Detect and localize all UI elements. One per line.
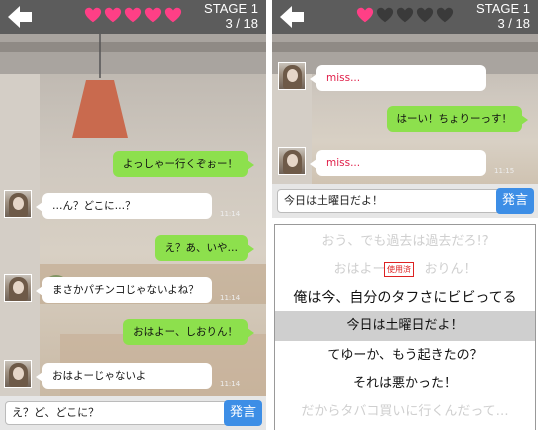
stage-info: STAGE 1 3 / 18 (204, 1, 258, 31)
message-bubble-incoming: まさかパチンコじゃないよね？ (36, 277, 212, 303)
message-bubble-outgoing: え？あ、いや… (154, 235, 254, 261)
message-input[interactable]: 今日は土曜日だよ！ (277, 189, 501, 213)
life-hearts (356, 6, 454, 24)
heart-icon (144, 7, 162, 23)
message-input[interactable]: え？ど、どこに？ (5, 401, 229, 425)
heart-icon (84, 7, 102, 23)
heart-icon (436, 7, 454, 23)
message-bubble-outgoing: おはよー、しおりん！ (123, 319, 254, 345)
send-button[interactable]: 発言 (496, 188, 534, 214)
input-bar: 今日は土曜日だよ！ 発言 (272, 184, 538, 218)
message-bubble-incoming: miss... (310, 65, 486, 91)
reply-choice[interactable]: それは悪かった！ (275, 369, 535, 399)
message-time: 11:14 (220, 210, 241, 218)
back-arrow-icon[interactable] (278, 4, 306, 30)
reply-choice[interactable]: てゆーか、もう起きたの？ (275, 341, 535, 371)
heart-icon (396, 7, 414, 23)
reply-choice-selected[interactable]: 今日は土曜日だよ！ (275, 311, 535, 341)
message-time: 11:14 (220, 294, 241, 302)
message-bubble-incoming: …ん？どこに…？ (36, 193, 212, 219)
avatar (4, 274, 32, 302)
heart-icon (376, 7, 394, 23)
message-bubble-outgoing: よっしゃー行くぞぉー！ (112, 151, 255, 177)
stage-label: STAGE 1 (476, 1, 530, 16)
heart-icon (356, 7, 374, 23)
top-bar: STAGE 1 3 / 18 (272, 0, 538, 34)
reply-choice[interactable]: おう、でも過去は過去だろ!? (275, 227, 535, 257)
stage-info: STAGE 1 3 / 18 (476, 1, 530, 31)
heart-icon (416, 7, 434, 23)
reply-choice[interactable]: 俺は今、自分のタフさにビビってる (275, 283, 535, 313)
send-button[interactable]: 発言 (224, 400, 262, 426)
top-bar: STAGE 1 3 / 18 (0, 0, 266, 34)
message-bubble-incoming: miss... (310, 150, 486, 176)
heart-icon (164, 7, 182, 23)
right-chat-screen: STAGE 1 3 / 18 miss... はーい！ちょりーっす！ miss.… (272, 0, 538, 430)
reply-choice[interactable]: だからタバコ買いに行くんだって… (275, 397, 535, 427)
progress-counter: 3 / 18 (225, 16, 258, 31)
left-chat-screen: STAGE 1 3 / 18 よっしゃー行くぞぉー！ …ん？どこに…？ 11:1… (0, 0, 266, 430)
avatar (278, 62, 306, 90)
progress-counter: 3 / 18 (497, 16, 530, 31)
input-bar: え？ど、どこに？ 発言 (0, 396, 266, 430)
life-hearts (84, 6, 182, 24)
message-time: 11:14 (220, 380, 241, 388)
stage-label: STAGE 1 (204, 1, 258, 16)
message-bubble-incoming: おはよーじゃないよ (36, 363, 212, 389)
message-bubble-outgoing: はーい！ちょりーっす！ (386, 106, 528, 132)
back-arrow-icon[interactable] (6, 4, 34, 30)
avatar (4, 360, 32, 388)
message-time: 11:15 (494, 167, 515, 175)
reply-choice-list: おう、でも過去は過去だろ!? おはよー おりん！ 俺は今、自分のタフさにビビって… (274, 224, 536, 430)
heart-icon (104, 7, 122, 23)
used-stamp: 使用済 (384, 262, 414, 277)
heart-icon (124, 7, 142, 23)
avatar (4, 190, 32, 218)
avatar (278, 147, 306, 175)
